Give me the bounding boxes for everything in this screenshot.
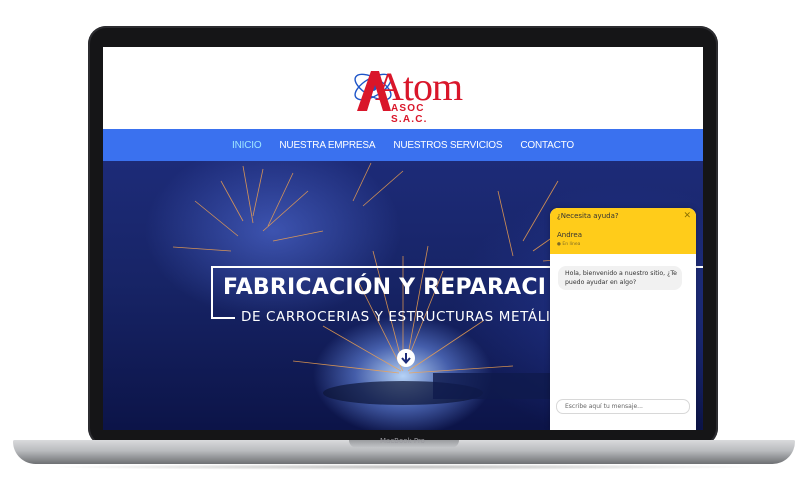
chat-message-input[interactable]: Escribe aquí tu mensaje...: [556, 399, 690, 414]
hero-subtitle: DE CARROCERIAS Y ESTRUCTURAS METÁLIC: [241, 309, 561, 325]
chat-message-text: Hola, bienvenido a nuestro sitio, ¿Te pu…: [565, 270, 677, 286]
hero-frame-bottom: [211, 317, 235, 319]
chat-message-bubble: Hola, bienvenido a nuestro sitio, ¿Te pu…: [558, 266, 682, 290]
chat-widget: ¿Necesita ayuda? ✕ Andrea ● En línea Hol…: [550, 208, 696, 430]
nav-item-nuestros-servicios[interactable]: NUESTROS SERVICIOS: [393, 140, 502, 151]
main-navigation: INICIO NUESTRA EMPRESA NUESTROS SERVICIO…: [103, 129, 703, 161]
agent-name: Andrea: [557, 231, 582, 239]
browser-viewport: Atom ASOC S.A.C. INICIO NUESTRA EMPRESA …: [103, 47, 703, 430]
chat-header[interactable]: ¿Necesita ayuda? ✕: [550, 208, 696, 226]
laptop-shadow: [40, 464, 768, 470]
scroll-down-button[interactable]: [397, 349, 415, 367]
hero-frame-left: [211, 266, 213, 319]
close-icon[interactable]: ✕: [683, 211, 691, 221]
atom-logo[interactable]: Atom ASOC S.A.C.: [351, 61, 463, 125]
chat-agent-bar: Andrea ● En línea: [550, 226, 696, 254]
chat-title: ¿Necesita ayuda?: [557, 212, 619, 220]
chat-input-placeholder: Escribe aquí tu mensaje...: [565, 403, 643, 410]
nav-item-inicio[interactable]: INICIO: [232, 140, 262, 151]
nav-item-nuestra-empresa[interactable]: NUESTRA EMPRESA: [279, 140, 375, 151]
agent-status: ● En línea: [557, 242, 581, 247]
logo-subtitle: ASOC S.A.C.: [391, 103, 428, 125]
hero-title: FABRICACIÓN Y REPARACI: [223, 275, 547, 300]
nav-item-contacto[interactable]: CONTACTO: [520, 140, 574, 151]
site-header: Atom ASOC S.A.C.: [103, 47, 703, 129]
arrow-down-icon: [401, 353, 411, 365]
device-label: MacBook Pro: [380, 437, 425, 445]
